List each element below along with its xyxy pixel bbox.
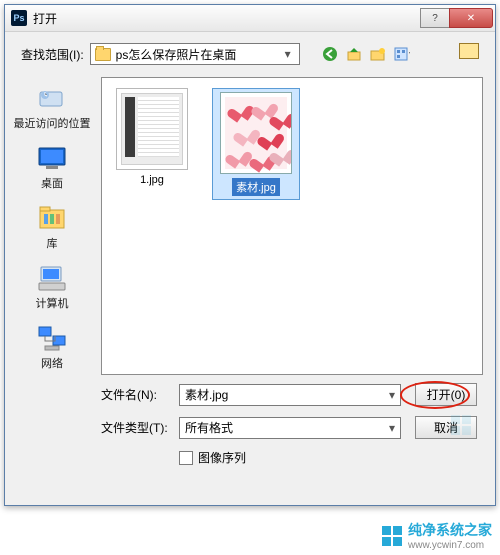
folder-icon [95, 48, 111, 61]
place-label: 库 [47, 235, 58, 251]
back-icon[interactable] [322, 46, 338, 62]
open-file-dialog: Ps 打开 ? ✕ 查找范围(I): ps怎么保存照片在桌面 ▾ [4, 4, 496, 506]
help-button[interactable]: ? [420, 8, 450, 28]
file-item[interactable]: 1.jpg [112, 88, 192, 200]
brand-logo-icon [382, 526, 402, 546]
up-one-level-icon[interactable] [346, 46, 362, 62]
file-item-selected[interactable]: 素材.jpg [212, 88, 300, 200]
chevron-down-icon: ▾ [389, 388, 395, 402]
brand-watermark: 纯净系统之家 www.ycwin7.com [382, 520, 492, 551]
lookin-label: 查找范围(I): [21, 46, 84, 63]
window-title: 打开 [33, 10, 57, 27]
recent-icon [35, 83, 69, 113]
filetype-value: 所有格式 [185, 419, 233, 436]
place-libraries[interactable]: 库 [9, 203, 95, 251]
view-menu-icon[interactable] [394, 46, 410, 62]
place-network[interactable]: 网络 [9, 323, 95, 371]
file-thumbnail [116, 88, 188, 170]
faint-watermark [451, 415, 471, 435]
brand-url: www.ycwin7.com [408, 540, 492, 551]
filename-label: 文件名(N): [101, 386, 179, 403]
file-thumbnail [220, 92, 292, 174]
open-button[interactable]: 打开(0) [415, 383, 477, 406]
place-label: 计算机 [36, 295, 69, 311]
place-label: 桌面 [41, 175, 63, 191]
place-computer[interactable]: 计算机 [9, 263, 95, 311]
new-folder-icon[interactable] [370, 46, 386, 62]
brand-name: 纯净系统之家 [408, 522, 492, 538]
chevron-down-icon: ▾ [389, 421, 395, 435]
file-name: 1.jpg [140, 174, 164, 186]
corner-folder-icon[interactable] [459, 43, 479, 59]
image-sequence-label: 图像序列 [198, 449, 246, 466]
place-desktop[interactable]: 桌面 [9, 143, 95, 191]
filetype-field[interactable]: 所有格式 ▾ [179, 417, 401, 439]
filetype-label: 文件类型(T): [101, 419, 179, 436]
libraries-icon [35, 203, 69, 233]
desktop-icon [35, 143, 69, 173]
titlebar[interactable]: Ps 打开 ? ✕ [5, 5, 495, 32]
filename-value: 素材.jpg [185, 386, 228, 403]
image-sequence-checkbox[interactable] [179, 451, 193, 465]
lookin-combo[interactable]: ps怎么保存照片在桌面 ▾ [90, 43, 300, 65]
network-icon [35, 323, 69, 353]
filename-field[interactable]: 素材.jpg ▾ [179, 384, 401, 406]
place-recent[interactable]: 最近访问的位置 [9, 83, 95, 131]
file-list-pane[interactable]: 1.jpg [101, 77, 483, 375]
places-bar: 最近访问的位置 桌面 库 计算机 网络 [9, 77, 95, 499]
place-label: 网络 [41, 355, 63, 371]
chevron-down-icon: ▾ [281, 45, 295, 63]
photoshop-app-icon: Ps [11, 10, 27, 26]
file-name: 素材.jpg [232, 178, 280, 196]
place-label: 最近访问的位置 [14, 115, 91, 131]
close-button[interactable]: ✕ [449, 8, 493, 28]
lookin-value: ps怎么保存照片在桌面 [116, 46, 237, 63]
computer-icon [35, 263, 69, 293]
